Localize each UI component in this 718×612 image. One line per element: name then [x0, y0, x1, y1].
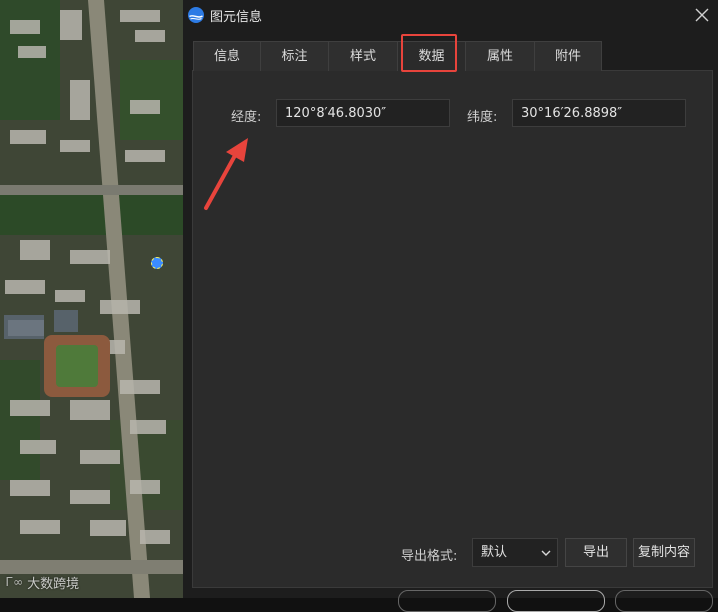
tab-style[interactable]: 样式: [328, 41, 398, 71]
satellite-map[interactable]: Ꮁ∞ 大数跨境: [0, 0, 183, 598]
tab-label: 附件: [554, 49, 581, 64]
tab-label: 数据: [418, 49, 445, 64]
tab-attachments[interactable]: 附件: [534, 41, 602, 71]
latitude-field[interactable]: [512, 99, 686, 127]
map-watermark: Ꮁ∞ 大数跨境: [6, 573, 79, 592]
dialog-title: 图元信息: [210, 9, 263, 25]
longitude-field[interactable]: [276, 99, 450, 127]
tab-attributes[interactable]: 属性: [465, 41, 535, 71]
export-format-value: 默认: [481, 545, 508, 560]
watermark-text: 大数跨境: [27, 577, 80, 592]
tab-data[interactable]: 数据: [397, 41, 466, 71]
chevron-down-icon: [541, 550, 551, 556]
export-format-select[interactable]: 默认: [472, 538, 558, 567]
export-button[interactable]: 导出: [565, 538, 627, 567]
watermark-logo-icon: Ꮁ∞: [6, 575, 24, 589]
tab-label: 属性: [486, 49, 513, 64]
footer-button-edge[interactable]: [507, 590, 605, 612]
export-format-label: 导出格式:: [401, 549, 458, 564]
tab-content-panel: [192, 70, 713, 588]
close-icon: [695, 8, 709, 22]
longitude-label: 经度:: [231, 110, 262, 125]
tab-bar: 信息 标注 样式 数据 属性 附件: [193, 41, 602, 71]
globe-logo-icon: [188, 7, 204, 23]
latitude-label: 纬度:: [467, 110, 498, 125]
footer-button-edge[interactable]: [398, 590, 496, 612]
feature-info-dialog: 图元信息 信息 标注 样式 数据 属性 附件 经度: 纬度: 导出格式: 默认 …: [183, 0, 718, 612]
tab-info[interactable]: 信息: [193, 41, 261, 71]
tab-label: 信息: [213, 49, 240, 64]
close-button[interactable]: [690, 3, 714, 27]
tab-label: 样式: [349, 49, 376, 64]
dialog-titlebar[interactable]: 图元信息: [183, 0, 718, 30]
tab-label: 标注: [281, 49, 308, 64]
satellite-imagery: [0, 0, 183, 598]
copy-content-button[interactable]: 复制内容: [633, 538, 695, 567]
tab-annotation[interactable]: 标注: [260, 41, 329, 71]
footer-button-edge[interactable]: [615, 590, 713, 612]
location-marker[interactable]: [151, 257, 163, 269]
